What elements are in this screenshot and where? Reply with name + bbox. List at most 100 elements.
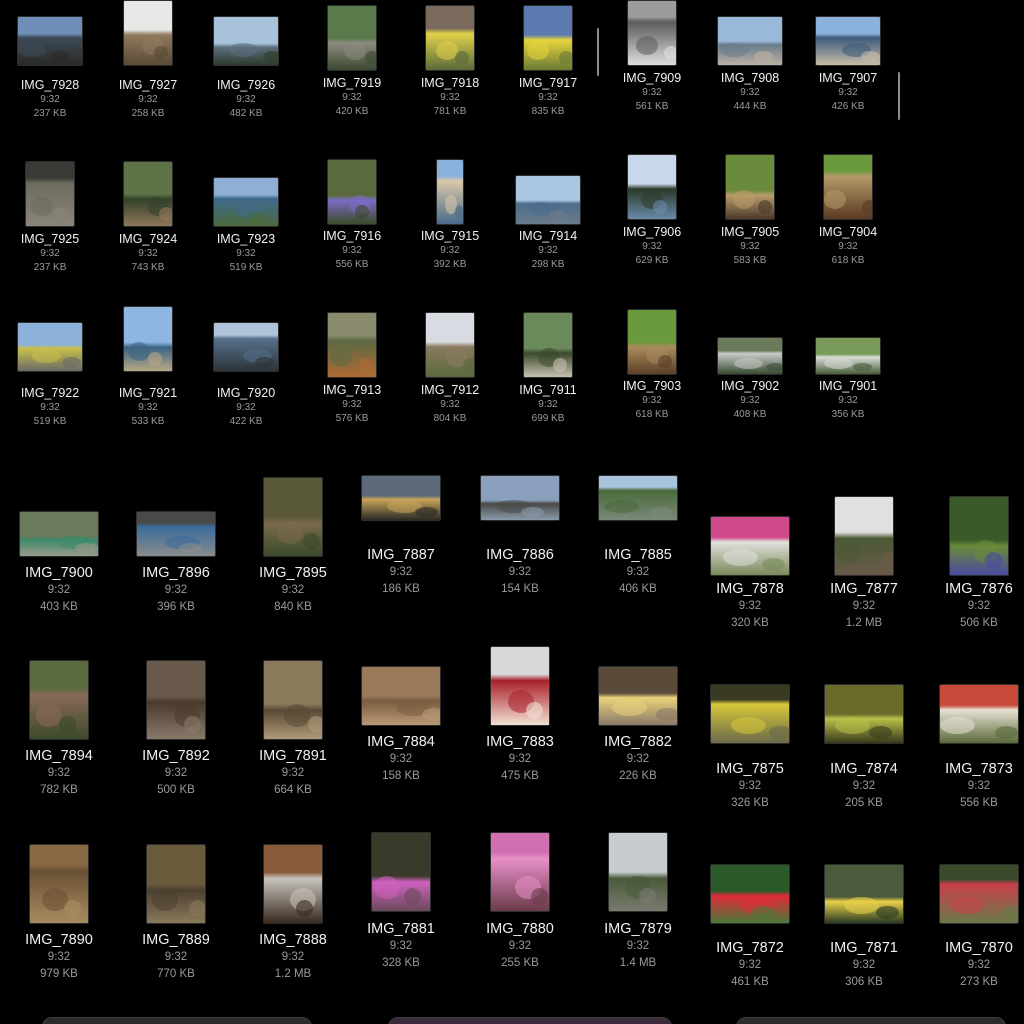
- photo-name: IMG_7894: [25, 748, 93, 764]
- photo-thumbnail[interactable]: [825, 865, 903, 923]
- photo-thumbnail[interactable]: [30, 661, 88, 739]
- photo-thumbnail[interactable]: [426, 6, 474, 70]
- photo-thumbnail[interactable]: [599, 476, 677, 520]
- photo-time: 9:32: [164, 767, 188, 779]
- photo-thumbnail[interactable]: [940, 685, 1018, 743]
- photo-thumbnail[interactable]: [718, 338, 782, 374]
- photo-thumbnail[interactable]: [214, 178, 278, 226]
- photo-thumbnail[interactable]: [516, 176, 580, 224]
- photo-thumbnail[interactable]: [816, 17, 880, 65]
- photo-thumbnail[interactable]: [628, 1, 676, 65]
- photo-thumbnail[interactable]: [825, 685, 903, 743]
- photo-thumbnail[interactable]: [124, 1, 172, 65]
- photo-detail: [415, 507, 438, 517]
- photo-thumbnail[interactable]: [628, 310, 676, 374]
- photo-time: 9:32: [740, 241, 760, 252]
- photo-thumbnail[interactable]: [124, 307, 172, 371]
- photo-thumbnail[interactable]: [137, 512, 215, 556]
- photo-thumbnail[interactable]: [628, 155, 676, 219]
- photo-thumbnail[interactable]: [599, 667, 677, 725]
- photo-thumbnail[interactable]: [950, 497, 1008, 575]
- photo-size: 699 KB: [531, 413, 565, 424]
- photo-thumbnail[interactable]: [726, 155, 774, 219]
- photo-detail: [422, 708, 440, 721]
- photo-thumbnail[interactable]: [18, 323, 82, 371]
- photo-thumbnail[interactable]: [328, 160, 376, 224]
- photo-detail: [835, 717, 870, 734]
- photo-name: IMG_7924: [118, 232, 178, 246]
- photo-detail: [179, 543, 202, 553]
- photo-meta: IMG_7901 9:32 356 KB: [803, 379, 893, 422]
- photo-thumbnail[interactable]: [437, 160, 463, 224]
- photo-thumbnail[interactable]: [711, 865, 789, 923]
- photo-detail: [656, 708, 677, 721]
- bottom-bar-right[interactable]: [736, 1017, 1006, 1024]
- photo-time: 9:32: [852, 780, 876, 792]
- photo-detail: [658, 355, 672, 369]
- photo-meta: IMG_7894 9:32 782 KB: [4, 747, 114, 799]
- photo-thumbnail[interactable]: [328, 6, 376, 70]
- photo-size: 226 KB: [619, 770, 657, 782]
- photo-thumbnail[interactable]: [20, 512, 98, 556]
- photo-thumbnail[interactable]: [264, 661, 322, 739]
- bottom-bar-center[interactable]: [388, 1017, 672, 1024]
- photo-meta: IMG_7902 9:32 408 KB: [705, 379, 795, 422]
- photo-thumbnail[interactable]: [372, 833, 430, 911]
- photo-thumbnail[interactable]: [147, 845, 205, 923]
- photo-thumbnail[interactable]: [362, 667, 440, 725]
- photo-thumbnail[interactable]: [214, 17, 278, 65]
- photo-detail: [463, 358, 474, 372]
- photo-size: 1.2 MB: [845, 617, 883, 629]
- scrollbar-pane-c[interactable]: [898, 72, 900, 120]
- photo-name: IMG_7881: [367, 921, 435, 937]
- photo-size: 664 KB: [274, 784, 312, 796]
- photo-thumbnail[interactable]: [18, 17, 82, 65]
- photo-thumbnail[interactable]: [362, 476, 440, 520]
- photo-time: 9:32: [236, 94, 256, 105]
- photo-meta: IMG_7876 9:32 506 KB: [924, 580, 1024, 632]
- photo-thumbnail[interactable]: [524, 6, 572, 70]
- photo-detail: [985, 552, 1002, 569]
- photo-thumbnail[interactable]: [328, 313, 376, 377]
- photo-meta: IMG_7914 9:32 298 KB: [503, 229, 593, 272]
- photo-name: IMG_7875: [716, 761, 784, 777]
- photo-thumbnail[interactable]: [124, 162, 172, 226]
- photo-size: 840 KB: [274, 601, 312, 613]
- photo-thumbnail[interactable]: [426, 313, 474, 377]
- photo-thumbnail[interactable]: [524, 313, 572, 377]
- bottom-bar-left[interactable]: [42, 1017, 312, 1024]
- photo-thumbnail[interactable]: [30, 845, 88, 923]
- photo-detail: [733, 190, 755, 209]
- scrollbar-pane-b[interactable]: [597, 28, 599, 76]
- photo-thumbnail[interactable]: [264, 845, 322, 923]
- photo-thumbnail[interactable]: [491, 833, 549, 911]
- photo-name: IMG_7876: [945, 581, 1013, 597]
- photo-meta: IMG_7874 9:32 205 KB: [809, 760, 919, 812]
- photo-size: 406 KB: [619, 583, 657, 595]
- photo-thumbnail[interactable]: [816, 338, 880, 374]
- photo-thumbnail[interactable]: [711, 685, 789, 743]
- photo-thumbnail[interactable]: [481, 476, 559, 520]
- photo-thumbnail[interactable]: [835, 497, 893, 575]
- photo-thumbnail[interactable]: [214, 323, 278, 371]
- photo-thumbnail[interactable]: [940, 865, 1018, 923]
- photo-time: 9:32: [838, 241, 858, 252]
- photo-meta: IMG_7920 9:32 422 KB: [201, 386, 291, 429]
- photo-thumbnail[interactable]: [824, 155, 872, 219]
- photo-thumbnail[interactable]: [491, 647, 549, 725]
- photo-size: 392 KB: [433, 259, 467, 270]
- photo-thumbnail[interactable]: [718, 17, 782, 65]
- photo-thumbnail[interactable]: [609, 833, 667, 911]
- photo-meta: IMG_7916 9:32 556 KB: [307, 229, 397, 272]
- photo-thumbnail[interactable]: [711, 517, 789, 575]
- photo-detail: [359, 358, 373, 372]
- photo-thumbnail[interactable]: [26, 162, 74, 226]
- photo-thumbnail[interactable]: [147, 661, 205, 739]
- photo-thumbnail[interactable]: [264, 478, 322, 556]
- photo-time: 9:32: [740, 395, 760, 406]
- photo-time: 9:32: [852, 959, 876, 971]
- photo-name: IMG_7923: [216, 232, 276, 246]
- photo-detail: [762, 558, 785, 571]
- photo-time: 9:32: [538, 399, 558, 410]
- photo-name: IMG_7871: [830, 940, 898, 956]
